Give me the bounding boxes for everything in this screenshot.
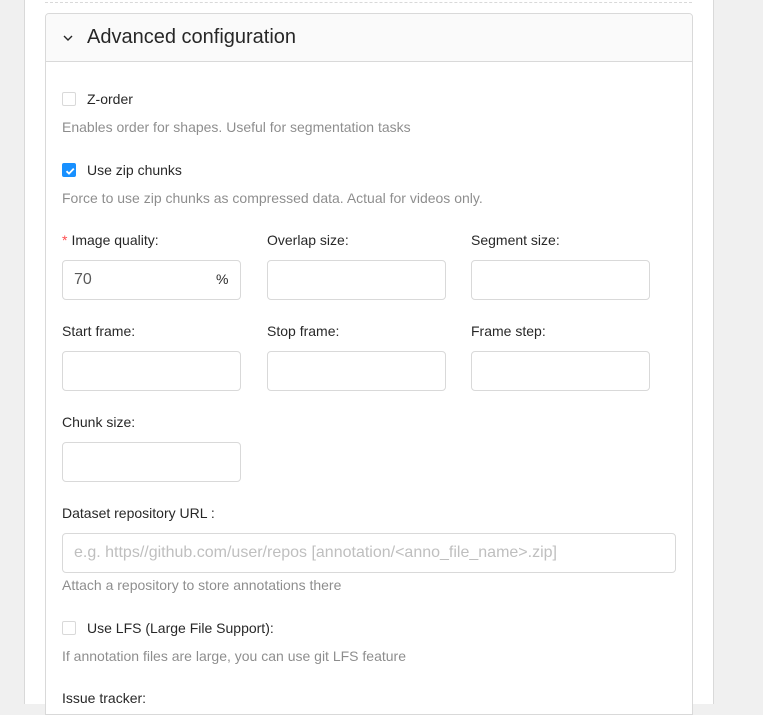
dataset-repo-help: Attach a repository to store annotations…: [62, 577, 342, 593]
chevron-down-icon[interactable]: [62, 32, 74, 44]
stop-frame-label: Stop frame:: [267, 323, 339, 339]
stop-frame-input[interactable]: [267, 351, 446, 391]
image-quality-label-text: Image quality: [71, 232, 155, 248]
dataset-repo-url-input[interactable]: [62, 533, 676, 573]
start-frame-input[interactable]: [62, 351, 241, 391]
image-quality-label: * Image quality:: [62, 232, 159, 248]
segment-size-input[interactable]: [471, 260, 650, 300]
panel-title: Advanced configuration: [87, 26, 297, 48]
label-colon: :: [541, 323, 546, 339]
overlap-size-label: Overlap size:: [267, 232, 349, 248]
segment-size-label-text: Segment size: [471, 232, 556, 248]
z-order-checkbox[interactable]: [62, 92, 76, 106]
zip-chunks-label[interactable]: Use zip chunks: [87, 162, 182, 178]
start-frame-label-text: Start frame: [62, 323, 132, 339]
image-quality-input[interactable]: [62, 260, 241, 300]
previous-panel-edge: [45, 0, 692, 3]
chunk-size-input[interactable]: [62, 442, 241, 482]
zip-chunks-checkbox[interactable]: [62, 163, 76, 177]
start-frame-label: Start frame:: [62, 323, 135, 339]
percent-suffix: %: [216, 271, 229, 287]
label-colon: :: [555, 232, 560, 248]
overlap-size-label-text: Overlap size: [267, 232, 345, 248]
frame-step-label-text: Frame step: [471, 323, 542, 339]
overlap-size-input[interactable]: [267, 260, 446, 300]
label-colon: :: [210, 505, 215, 521]
stop-frame-label-text: Stop frame: [267, 323, 336, 339]
frame-step-input[interactable]: [471, 351, 650, 391]
label-colon: :: [154, 232, 159, 248]
check-icon: [65, 167, 75, 175]
dataset-repo-label-text: Dataset repository URL: [62, 505, 207, 521]
zip-chunks-help: Force to use zip chunks as compressed da…: [62, 190, 483, 206]
chunk-size-label-text: Chunk size: [62, 414, 132, 430]
use-lfs-help: If annotation files are large, you can u…: [62, 648, 406, 664]
label-colon: :: [344, 232, 349, 248]
segment-size-label: Segment size:: [471, 232, 560, 248]
use-lfs-checkbox[interactable]: [62, 621, 76, 635]
chunk-size-label: Chunk size:: [62, 414, 135, 430]
z-order-label[interactable]: Z-order: [87, 91, 133, 107]
label-colon: :: [131, 414, 136, 430]
label-colon: :: [131, 323, 136, 339]
use-lfs-label[interactable]: Use LFS (Large File Support):: [87, 620, 274, 636]
z-order-help: Enables order for shapes. Useful for seg…: [62, 119, 411, 135]
required-mark: *: [62, 232, 68, 248]
label-colon: :: [335, 323, 340, 339]
panel-header[interactable]: Advanced configuration: [46, 14, 692, 62]
frame-step-label: Frame step:: [471, 323, 546, 339]
dataset-repo-label: Dataset repository URL :: [62, 505, 215, 521]
